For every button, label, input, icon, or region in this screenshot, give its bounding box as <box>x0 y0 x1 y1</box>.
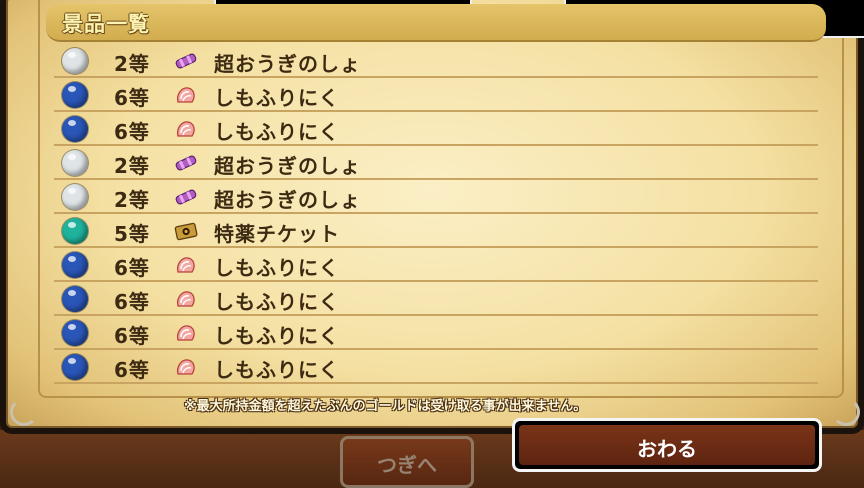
orb-blue-icon <box>62 286 88 312</box>
prize-row: 6等 しもふりにく <box>54 78 818 112</box>
prize-rank: 2等 <box>114 154 150 178</box>
prize-name: 超おうぎのしょ <box>214 154 361 178</box>
orb-silver-icon <box>62 48 88 74</box>
prize-rank: 6等 <box>114 120 150 144</box>
orb-blue-icon <box>62 354 88 380</box>
prize-rank: 2等 <box>114 52 150 76</box>
prize-row: 2等 超おうぎのしょ <box>54 44 818 78</box>
prize-rank: 6等 <box>114 256 150 280</box>
prize-name: しもふりにく <box>214 120 340 144</box>
corner-ornament-left <box>10 398 38 426</box>
game-screen: 景品一覧 2等 超おうぎのしょ 6等 しもふりにく 6等 しもふりにく 2等 超おうぎのしょ 2… <box>0 0 864 488</box>
prize-rank: 6等 <box>114 358 150 382</box>
orb-teal-icon <box>62 218 88 244</box>
orb-blue-icon <box>62 320 88 346</box>
title-bar <box>46 4 826 42</box>
next-button[interactable]: つぎへ <box>340 436 474 488</box>
meat-icon <box>174 288 198 310</box>
scroll-icon <box>174 186 198 208</box>
gold-limit-note: ※最大所持金額を超えたぶんのゴールドは受け取る事が出来ません。 <box>184 399 587 414</box>
meat-icon <box>174 322 198 344</box>
end-button[interactable]: おわる <box>512 418 822 472</box>
orb-blue-icon <box>62 82 88 108</box>
meat-icon <box>174 254 198 276</box>
prize-row: 5等 特薬チケット <box>54 214 818 248</box>
scroll-icon <box>174 152 198 174</box>
prize-row: 2等 超おうぎのしょ <box>54 146 818 180</box>
prize-name: 超おうぎのしょ <box>214 188 361 212</box>
meat-icon <box>174 118 198 140</box>
meat-icon <box>174 356 198 378</box>
prize-name: しもふりにく <box>214 358 340 382</box>
prize-row: 6等 しもふりにく <box>54 350 818 384</box>
corner-ornament-right <box>832 398 860 426</box>
prize-row: 6等 しもふりにく <box>54 248 818 282</box>
prize-rank: 5等 <box>114 222 150 246</box>
prize-rank: 6等 <box>114 290 150 314</box>
scroll-icon <box>174 50 198 72</box>
panel-title: 景品一覧 <box>62 12 150 36</box>
next-button-label: つぎへ <box>377 453 437 477</box>
prize-rank: 6等 <box>114 86 150 110</box>
end-button-label: おわる <box>637 437 697 461</box>
prize-row: 6等 しもふりにく <box>54 316 818 350</box>
prize-name: 特薬チケット <box>214 222 340 246</box>
prize-name: しもふりにく <box>214 86 340 110</box>
prize-name: しもふりにく <box>214 290 340 314</box>
prize-list: 2等 超おうぎのしょ 6等 しもふりにく 6等 しもふりにく 2等 超おうぎのしょ 2等 超おうぎ… <box>54 44 818 384</box>
orb-silver-icon <box>62 150 88 176</box>
prize-name: 超おうぎのしょ <box>214 52 361 76</box>
prize-row: 6等 しもふりにく <box>54 112 818 146</box>
prize-name: しもふりにく <box>214 324 340 348</box>
prize-name: しもふりにく <box>214 256 340 280</box>
meat-icon <box>174 84 198 106</box>
prize-row: 6等 しもふりにく <box>54 282 818 316</box>
prize-rank: 2等 <box>114 188 150 212</box>
prize-row: 2等 超おうぎのしょ <box>54 180 818 214</box>
orb-silver-icon <box>62 184 88 210</box>
orb-blue-icon <box>62 116 88 142</box>
prize-rank: 6等 <box>114 324 150 348</box>
ticket-icon <box>174 220 198 242</box>
orb-blue-icon <box>62 252 88 278</box>
